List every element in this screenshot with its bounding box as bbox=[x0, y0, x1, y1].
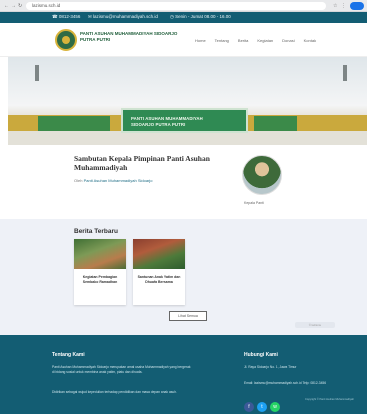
browser-toolbar: ← → ↻ lazismu.sch.id ☆ ⋮ bbox=[0, 0, 367, 12]
twitter-icon[interactable]: t bbox=[257, 402, 267, 412]
post-card[interactable]: Santunan Anak Yatim dan Dhuafa Bersama bbox=[133, 239, 185, 305]
latest-posts-section: Berita Terbaru Kegiatan Pembagian Sembak… bbox=[0, 219, 367, 335]
footer-about-title: Tentang Kami bbox=[52, 352, 85, 358]
footer-contact[interactable]: Email: lazismu@muhammadiyah.sch.id Telp:… bbox=[244, 381, 344, 386]
nav-item-kegiatan[interactable]: Kegiatan bbox=[257, 38, 273, 43]
footer-about-text-2: Didirikan sebagai wujud kepedulian terha… bbox=[52, 390, 178, 394]
bookmark-icon[interactable]: ☆ bbox=[333, 3, 337, 9]
hero-banner: PANTI ASUHAN MUHAMMADIYAH SIDOARJO PUTRA… bbox=[121, 108, 248, 133]
hero-green-panel bbox=[254, 116, 297, 131]
footer-copyright: Copyright © Panti Asuhan Muhammadiyah bbox=[305, 398, 354, 401]
avatar-caption: Kepala Panti bbox=[244, 201, 264, 205]
site-logo[interactable] bbox=[55, 29, 77, 51]
nav-item-kontak[interactable]: Kontak bbox=[304, 38, 316, 43]
footer-about-text: Panti Asuhan Muhammadiyah Sidoarjo merup… bbox=[52, 365, 191, 374]
footer-contact-title: Hubungi Kami bbox=[244, 352, 278, 358]
section-title: Berita Terbaru bbox=[74, 228, 118, 235]
whatsapp-icon[interactable]: w bbox=[270, 402, 280, 412]
ceiling-fixture bbox=[35, 65, 39, 81]
meta-prefix: Oleh bbox=[74, 178, 83, 183]
email-info[interactable]: ✉ lazismu@muhammadiyah.sch.id bbox=[88, 14, 158, 20]
facebook-icon[interactable]: f bbox=[244, 402, 254, 412]
post-meta: Oleh Panti Asuhan Muhammadiyah Sidoarjo bbox=[74, 178, 153, 183]
site-badge: © lazismu bbox=[295, 322, 335, 328]
hero-floor bbox=[8, 131, 367, 145]
welcome-title: Sambutan Kepala Pimpinan Panti Asuhan Mu… bbox=[74, 154, 210, 172]
top-info-bar: ☎ 0812-3456 ✉ lazismu@muhammadiyah.sch.i… bbox=[0, 12, 367, 23]
hero-green-panel bbox=[38, 116, 110, 131]
whatsapp-glyph: w bbox=[273, 404, 277, 410]
nav-item-home[interactable]: Home bbox=[195, 38, 206, 43]
hero-banner-line-1: PANTI ASUHAN MUHAMMADIYAH bbox=[131, 116, 203, 121]
reload-icon[interactable]: ↻ bbox=[18, 3, 22, 9]
author-link[interactable]: Panti Asuhan Muhammadiyah Sidoarjo bbox=[84, 178, 153, 183]
site-header: PANTI ASUHAN MUHAMMADIYAH SIDOARJO PUTRA… bbox=[0, 23, 367, 57]
ceiling-fixture bbox=[343, 65, 347, 81]
post-title[interactable]: Kegiatan Pembagian Sembako Ramadhan bbox=[78, 275, 122, 284]
menu-icon[interactable]: ⋮ bbox=[341, 3, 346, 9]
address-bar[interactable]: lazismu.sch.id bbox=[26, 2, 326, 10]
back-icon[interactable]: ← bbox=[4, 3, 9, 9]
footer-address: Jl. Raya Sidoarjo No. 1, Jawa Timur bbox=[244, 365, 297, 369]
twitter-glyph: t bbox=[261, 404, 263, 410]
post-title[interactable]: Santunan Anak Yatim dan Dhuafa Bersama bbox=[137, 275, 181, 284]
profile-avatar[interactable] bbox=[350, 2, 364, 10]
nav-item-berita[interactable]: Berita bbox=[238, 38, 248, 43]
nav-item-tentang[interactable]: Tentang bbox=[215, 38, 229, 43]
hours-info: ◷ Senin - Jumat 08.00 - 16.00 bbox=[170, 14, 231, 19]
facebook-glyph: f bbox=[248, 404, 250, 410]
principal-avatar bbox=[242, 155, 282, 195]
post-thumbnail[interactable] bbox=[133, 239, 185, 269]
site-brand[interactable]: PANTI ASUHAN MUHAMMADIYAH SIDOARJO PUTRA… bbox=[80, 31, 190, 42]
hero-banner-line-2: SIDOARJO PUTRA PUTRI bbox=[131, 122, 186, 127]
main-nav: Home Tentang Berita Kegiatan Donasi Kont… bbox=[195, 38, 316, 43]
phone-info[interactable]: ☎ 0812-3456 bbox=[52, 14, 80, 20]
post-thumbnail[interactable] bbox=[74, 239, 126, 269]
view-all-button[interactable]: Lihat Semua bbox=[169, 311, 207, 321]
welcome-section: Sambutan Kepala Pimpinan Panti Asuhan Mu… bbox=[0, 145, 367, 219]
nav-item-donasi[interactable]: Donasi bbox=[282, 38, 294, 43]
site-footer: Tentang Kami Panti Asuhan Muhammadiyah S… bbox=[0, 335, 367, 414]
post-card[interactable]: Kegiatan Pembagian Sembako Ramadhan bbox=[74, 239, 126, 305]
hero-image: PANTI ASUHAN MUHAMMADIYAH SIDOARJO PUTRA… bbox=[8, 57, 367, 145]
forward-icon[interactable]: → bbox=[11, 3, 16, 9]
